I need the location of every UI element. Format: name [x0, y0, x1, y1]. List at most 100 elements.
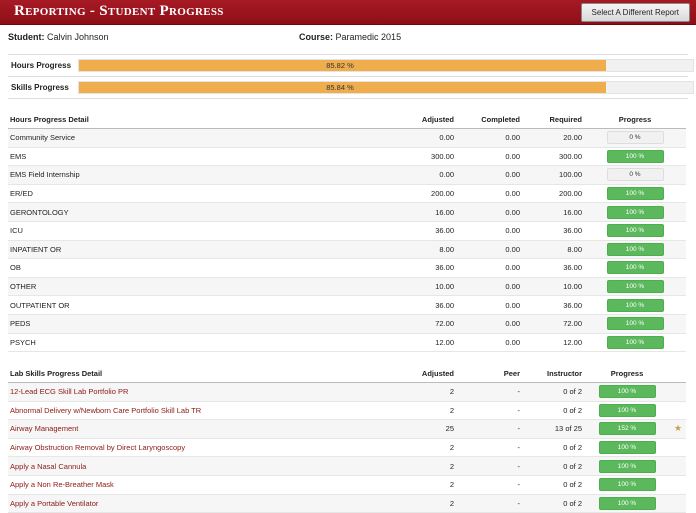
- required-value: 36.00: [522, 221, 584, 241]
- skill-link[interactable]: Apply a Nasal Cannula: [10, 462, 86, 471]
- table-row: OB 36.00 0.00 36.00 100 %: [8, 258, 686, 278]
- divider: [8, 76, 688, 77]
- table-row: OTHER 10.00 0.00 10.00 100 %: [8, 277, 686, 297]
- hours-progress-table: Hours Progress Detail Adjusted Completed…: [8, 111, 686, 353]
- adjusted-value: 0.00: [392, 165, 456, 185]
- peer-value: -: [456, 475, 522, 495]
- progress-cell: 100 %: [584, 240, 686, 260]
- progress-badge: 152 %: [598, 422, 656, 436]
- adjusted-value: 72.00: [392, 314, 456, 334]
- required-value: 200.00: [522, 184, 584, 204]
- adjusted-value: 2: [392, 475, 456, 495]
- progress-badge: 100 %: [598, 459, 656, 473]
- progress-cell: 0 %: [584, 165, 686, 185]
- completed-value: 0.00: [456, 258, 522, 278]
- star-cell: [670, 475, 686, 495]
- completed-value: 0.00: [456, 295, 522, 315]
- instructor-value: 13 of 25: [522, 419, 584, 439]
- table-row: Airway Obstruction Removal by Direct Lar…: [8, 438, 686, 458]
- table-row: EMS Field Internship 0.00 0.00 100.00 0 %: [8, 165, 686, 185]
- progress-badge: 100 %: [606, 205, 664, 219]
- star-cell: [670, 494, 686, 513]
- col-progress: Progress: [584, 365, 670, 383]
- progress-badge: 0 %: [606, 131, 664, 145]
- progress-cell: 100 %: [584, 382, 670, 402]
- progress-cell: 100 %: [584, 184, 686, 204]
- col-hours-detail: Hours Progress Detail: [8, 111, 392, 129]
- hours-name: Community Service: [8, 128, 392, 148]
- table-row: GERONTOLOGY 16.00 0.00 16.00 100 %: [8, 202, 686, 222]
- hours-progress-value: 85.82 %: [326, 61, 354, 70]
- col-adjusted: Adjusted: [392, 111, 456, 129]
- hours-name: EMS: [8, 147, 392, 167]
- table-row: 12-Lead ECG Skill Lab Portfolio PR 2-0 of…: [8, 382, 686, 402]
- hours-name: OB: [8, 258, 392, 278]
- hours-progress-label: Hours Progress: [11, 61, 72, 70]
- student-name: Calvin Johnson: [47, 32, 109, 42]
- progress-cell: 100 %: [584, 295, 686, 315]
- table-row: OUTPATIENT OR 36.00 0.00 36.00 100 %: [8, 295, 686, 315]
- skill-link[interactable]: Airway Obstruction Removal by Direct Lar…: [10, 443, 185, 452]
- required-value: 16.00: [522, 202, 584, 222]
- completed-value: 0.00: [456, 165, 522, 185]
- col-progress: Progress: [584, 111, 686, 129]
- progress-badge: 100 %: [606, 317, 664, 331]
- skill-link[interactable]: Abnormal Delivery w/Newborn Care Portfol…: [10, 406, 201, 415]
- completed-value: 0.00: [456, 202, 522, 222]
- instructor-value: 0 of 2: [522, 456, 584, 476]
- progress-badge: 100 %: [598, 478, 656, 492]
- progress-cell: 100 %: [584, 221, 686, 241]
- required-value: 36.00: [522, 295, 584, 315]
- col-lab-skills-detail: Lab Skills Progress Detail: [8, 365, 392, 383]
- adjusted-value: 200.00: [392, 184, 456, 204]
- divider: [8, 54, 688, 55]
- progress-badge: 100 %: [598, 403, 656, 417]
- table-row: Community Service 0.00 0.00 20.00 0 %: [8, 128, 686, 148]
- required-value: 12.00: [522, 333, 584, 353]
- progress-cell: 100 %: [584, 456, 670, 476]
- adjusted-value: 2: [392, 382, 456, 402]
- adjusted-value: 36.00: [392, 258, 456, 278]
- progress-cell: 100 %: [584, 438, 670, 458]
- skill-link[interactable]: Airway Management: [10, 424, 78, 433]
- table-row: Abnormal Delivery w/Newborn Care Portfol…: [8, 401, 686, 421]
- adjusted-value: 36.00: [392, 221, 456, 241]
- skill-link[interactable]: Apply a Non Re-Breather Mask: [10, 480, 114, 489]
- skills-progress-bar: Skills Progress 85.84 %: [8, 78, 694, 98]
- required-value: 300.00: [522, 147, 584, 167]
- progress-cell: 100 %: [584, 333, 686, 353]
- table-row: ER/ED 200.00 0.00 200.00 100 %: [8, 184, 686, 204]
- skill-name-cell: Airway Obstruction Removal by Direct Lar…: [8, 438, 392, 458]
- progress-badge: 100 %: [606, 242, 664, 256]
- skill-link[interactable]: Apply a Portable Ventilator: [10, 499, 98, 508]
- page-header: Reporting - Student Progress Select A Di…: [0, 0, 696, 25]
- table-row: Apply a Non Re-Breather Mask 2-0 of 2 100 …: [8, 475, 686, 495]
- required-value: 8.00: [522, 240, 584, 260]
- completed-value: 0.00: [456, 128, 522, 148]
- select-different-report-button[interactable]: Select A Different Report: [580, 3, 690, 22]
- completed-value: 0.00: [456, 147, 522, 167]
- skill-name-cell: Airway Management: [8, 419, 392, 439]
- peer-value: -: [456, 382, 522, 402]
- peer-value: -: [456, 494, 522, 513]
- table-row: Apply a Nasal Cannula 2-0 of 2 100 %: [8, 456, 686, 476]
- course-label: Course:: [299, 32, 334, 42]
- star-cell: [670, 438, 686, 458]
- adjusted-value: 0.00: [392, 128, 456, 148]
- progress-cell: 152 %: [584, 419, 670, 439]
- hours-name: PSYCH: [8, 333, 392, 353]
- progress-track: 85.82 %: [78, 59, 694, 72]
- skill-link[interactable]: 12-Lead ECG Skill Lab Portfolio PR: [10, 387, 128, 396]
- progress-badge: 100 %: [606, 187, 664, 201]
- peer-value: -: [456, 401, 522, 421]
- table-row: PSYCH 12.00 0.00 12.00 100 %: [8, 333, 686, 353]
- col-peer: Peer: [456, 365, 522, 383]
- hours-name: ER/ED: [8, 184, 392, 204]
- star-cell: [670, 382, 686, 402]
- progress-badge: 100 %: [606, 149, 664, 163]
- hours-name: EMS Field Internship: [8, 165, 392, 185]
- hours-name: GERONTOLOGY: [8, 202, 392, 222]
- required-value: 72.00: [522, 314, 584, 334]
- progress-cell: 0 %: [584, 128, 686, 148]
- hours-name: ICU: [8, 221, 392, 241]
